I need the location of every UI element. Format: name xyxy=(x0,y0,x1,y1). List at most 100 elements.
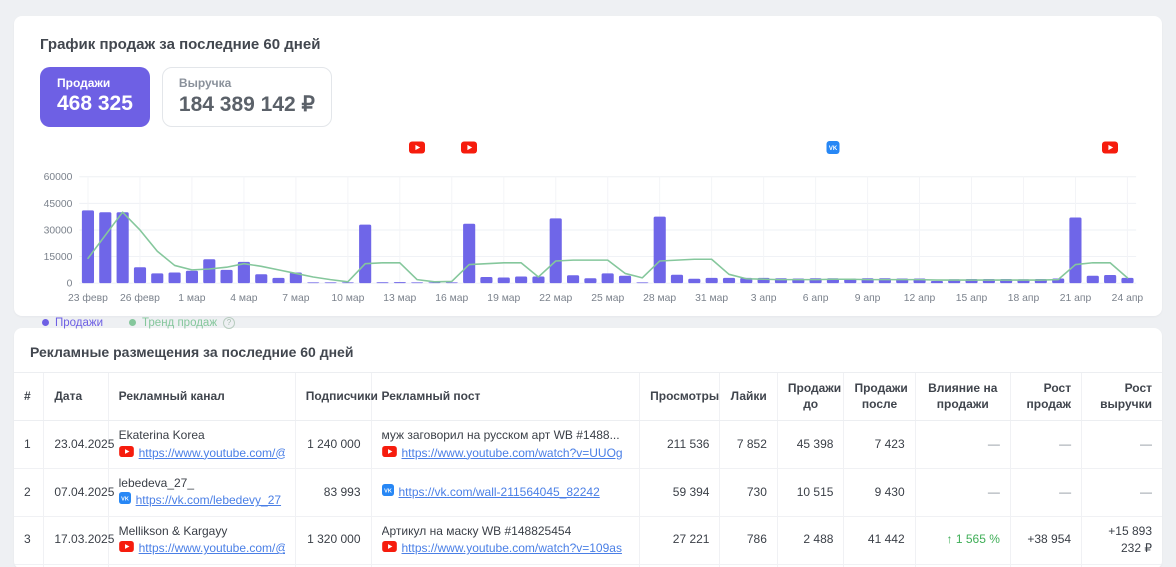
col-subscribers: Подписчики xyxy=(295,373,371,421)
revenue-toggle-value: 184 389 142 ₽ xyxy=(179,92,315,117)
svg-text:26 февр: 26 февр xyxy=(120,292,160,304)
channel-name: Mellikson & Kargayy xyxy=(119,523,285,540)
row-num: 1 xyxy=(14,421,44,469)
table-row: 1 23.04.2025 Ekaterina Korea https://www… xyxy=(14,421,1162,469)
views-cell: 211 536 xyxy=(640,421,720,469)
impact-cell: — xyxy=(915,421,1010,469)
sales-before-cell: 10 515 xyxy=(777,468,844,516)
legend-sales-label: Продажи xyxy=(55,317,103,329)
views-cell: 59 394 xyxy=(640,468,720,516)
page-title: График продаж за последние 60 дней xyxy=(30,32,1146,53)
help-icon[interactable]: ? xyxy=(223,317,235,329)
col-revenue-growth: Рост выручки xyxy=(1082,373,1162,421)
col-sales-after: Продажи после xyxy=(844,373,915,421)
youtube-icon xyxy=(382,445,397,462)
youtube-marker-icon[interactable] xyxy=(461,141,477,154)
row-date: 17.03.2025 xyxy=(44,516,108,564)
svg-text:13 мар: 13 мар xyxy=(383,293,416,304)
svg-text:15 апр: 15 апр xyxy=(956,293,988,304)
channel-link[interactable]: https://www.youtube.com/@ekaterinakore xyxy=(139,445,285,462)
post-title: Артикул на маску WB #148825454 xyxy=(382,523,630,540)
col-channel: Рекламный канал xyxy=(108,373,295,421)
svg-text:24 апр: 24 апр xyxy=(1112,293,1144,304)
sales-growth-cell: — xyxy=(1010,421,1081,469)
legend-item-trend[interactable]: Тренд продаж ? xyxy=(129,317,235,329)
subscribers-cell: 83 993 xyxy=(295,468,371,516)
row-num: 2 xyxy=(14,468,44,516)
col-sales-before: Продажи до xyxy=(777,373,844,421)
svg-text:22 мар: 22 мар xyxy=(539,293,572,304)
sales-dot-icon xyxy=(42,319,49,326)
svg-text:1 мар: 1 мар xyxy=(178,293,205,304)
channel-name: lebedeva_27_ xyxy=(119,475,285,492)
svg-text:0: 0 xyxy=(67,279,73,290)
vk-marker-icon[interactable]: VK xyxy=(825,141,841,154)
svg-text:31 мар: 31 мар xyxy=(695,293,728,304)
sales-toggle-value: 468 325 xyxy=(57,92,133,116)
svg-text:23 февр: 23 февр xyxy=(68,292,108,304)
col-views: Просмотры xyxy=(640,373,720,421)
svg-text:15000: 15000 xyxy=(44,252,73,263)
svg-text:4 мар: 4 мар xyxy=(230,293,257,304)
row-num: 3 xyxy=(14,516,44,564)
sales-after-cell: 7 423 xyxy=(844,421,915,469)
svg-text:25 мар: 25 мар xyxy=(591,293,624,304)
sales-toggle-label: Продажи xyxy=(57,76,133,90)
sales-after-cell: 41 442 xyxy=(844,516,915,564)
revenue-growth-cell: — xyxy=(1082,421,1162,469)
svg-text:45000: 45000 xyxy=(44,199,73,210)
row-date: 23.04.2025 xyxy=(44,421,108,469)
col-likes: Лайки xyxy=(720,373,777,421)
revenue-growth-cell: — xyxy=(1082,468,1162,516)
views-cell: 27 221 xyxy=(640,516,720,564)
sales-bar-chart[interactable]: 0 15000 30000 45000 60000 23 февр 26 февр 1 мар… xyxy=(30,141,1146,307)
svg-text:3 апр: 3 апр xyxy=(751,293,777,304)
revenue-toggle-button[interactable]: Выручка 184 389 142 ₽ xyxy=(162,67,332,127)
revenue-growth-cell: +15 893 232 ₽ xyxy=(1082,516,1162,564)
svg-text:30000: 30000 xyxy=(44,225,73,236)
post-link[interactable]: https://www.youtube.com/watch?v=UUOg xyxy=(402,445,623,462)
col-post: Рекламный пост xyxy=(371,373,640,421)
vk-icon: VK xyxy=(382,484,394,501)
vk-icon: VK xyxy=(119,492,131,509)
youtube-icon xyxy=(119,540,134,557)
channel-link[interactable]: https://vk.com/lebedevy_27 xyxy=(136,492,281,509)
col-date: Дата xyxy=(44,373,108,421)
chart-canvas[interactable]: 0 15000 30000 45000 60000 23 февр 26 февр 1 мар… xyxy=(30,157,1146,307)
sales-before-cell: 2 488 xyxy=(777,516,844,564)
col-sales-growth: Рост продаж xyxy=(1010,373,1081,421)
trend-dot-icon xyxy=(129,319,136,326)
subscribers-cell: 1 320 000 xyxy=(295,516,371,564)
table-title: Рекламные размещения за последние 60 дне… xyxy=(14,340,1162,372)
legend-trend-label: Тренд продаж xyxy=(142,317,217,329)
post-link[interactable]: https://vk.com/wall-211564045_82242 xyxy=(399,484,600,501)
subscribers-cell: 1 240 000 xyxy=(295,421,371,469)
channel-link[interactable]: https://www.youtube.com/@mellikson_ka xyxy=(139,540,285,557)
legend-item-sales[interactable]: Продажи xyxy=(42,317,103,329)
youtube-icon xyxy=(382,540,397,557)
sales-after-cell: 9 430 xyxy=(844,468,915,516)
post-link[interactable]: https://www.youtube.com/watch?v=109as xyxy=(402,540,622,557)
youtube-icon xyxy=(119,445,134,462)
placements-table: # Дата Рекламный канал Подписчики Реклам… xyxy=(14,372,1162,567)
svg-text:9 апр: 9 апр xyxy=(855,293,881,304)
table-header-row: # Дата Рекламный канал Подписчики Реклам… xyxy=(14,373,1162,421)
impact-cell: — xyxy=(915,468,1010,516)
sales-toggle-button[interactable]: Продажи 468 325 xyxy=(40,67,150,127)
col-num: # xyxy=(14,373,44,421)
sales-growth-cell: +38 954 xyxy=(1010,516,1081,564)
placements-table-panel: Рекламные размещения за последние 60 дне… xyxy=(14,328,1162,567)
svg-text:7 мар: 7 мар xyxy=(282,293,309,304)
youtube-marker-icon[interactable] xyxy=(1102,141,1118,154)
svg-text:60000: 60000 xyxy=(44,172,73,183)
table-row: 2 07.04.2025 lebedeva_27_ VK https://vk.… xyxy=(14,468,1162,516)
youtube-marker-icon[interactable] xyxy=(409,141,425,154)
sales-chart-panel: График продаж за последние 60 дней Прода… xyxy=(14,16,1162,316)
likes-cell: 730 xyxy=(720,468,777,516)
svg-text:12 апр: 12 апр xyxy=(904,293,936,304)
table-row: 3 17.03.2025 Mellikson & Kargayy https:/… xyxy=(14,516,1162,564)
impact-cell: ↑ 1 565 % xyxy=(915,516,1010,564)
svg-text:10 мар: 10 мар xyxy=(331,293,364,304)
svg-text:18 апр: 18 апр xyxy=(1008,293,1040,304)
row-date: 07.04.2025 xyxy=(44,468,108,516)
